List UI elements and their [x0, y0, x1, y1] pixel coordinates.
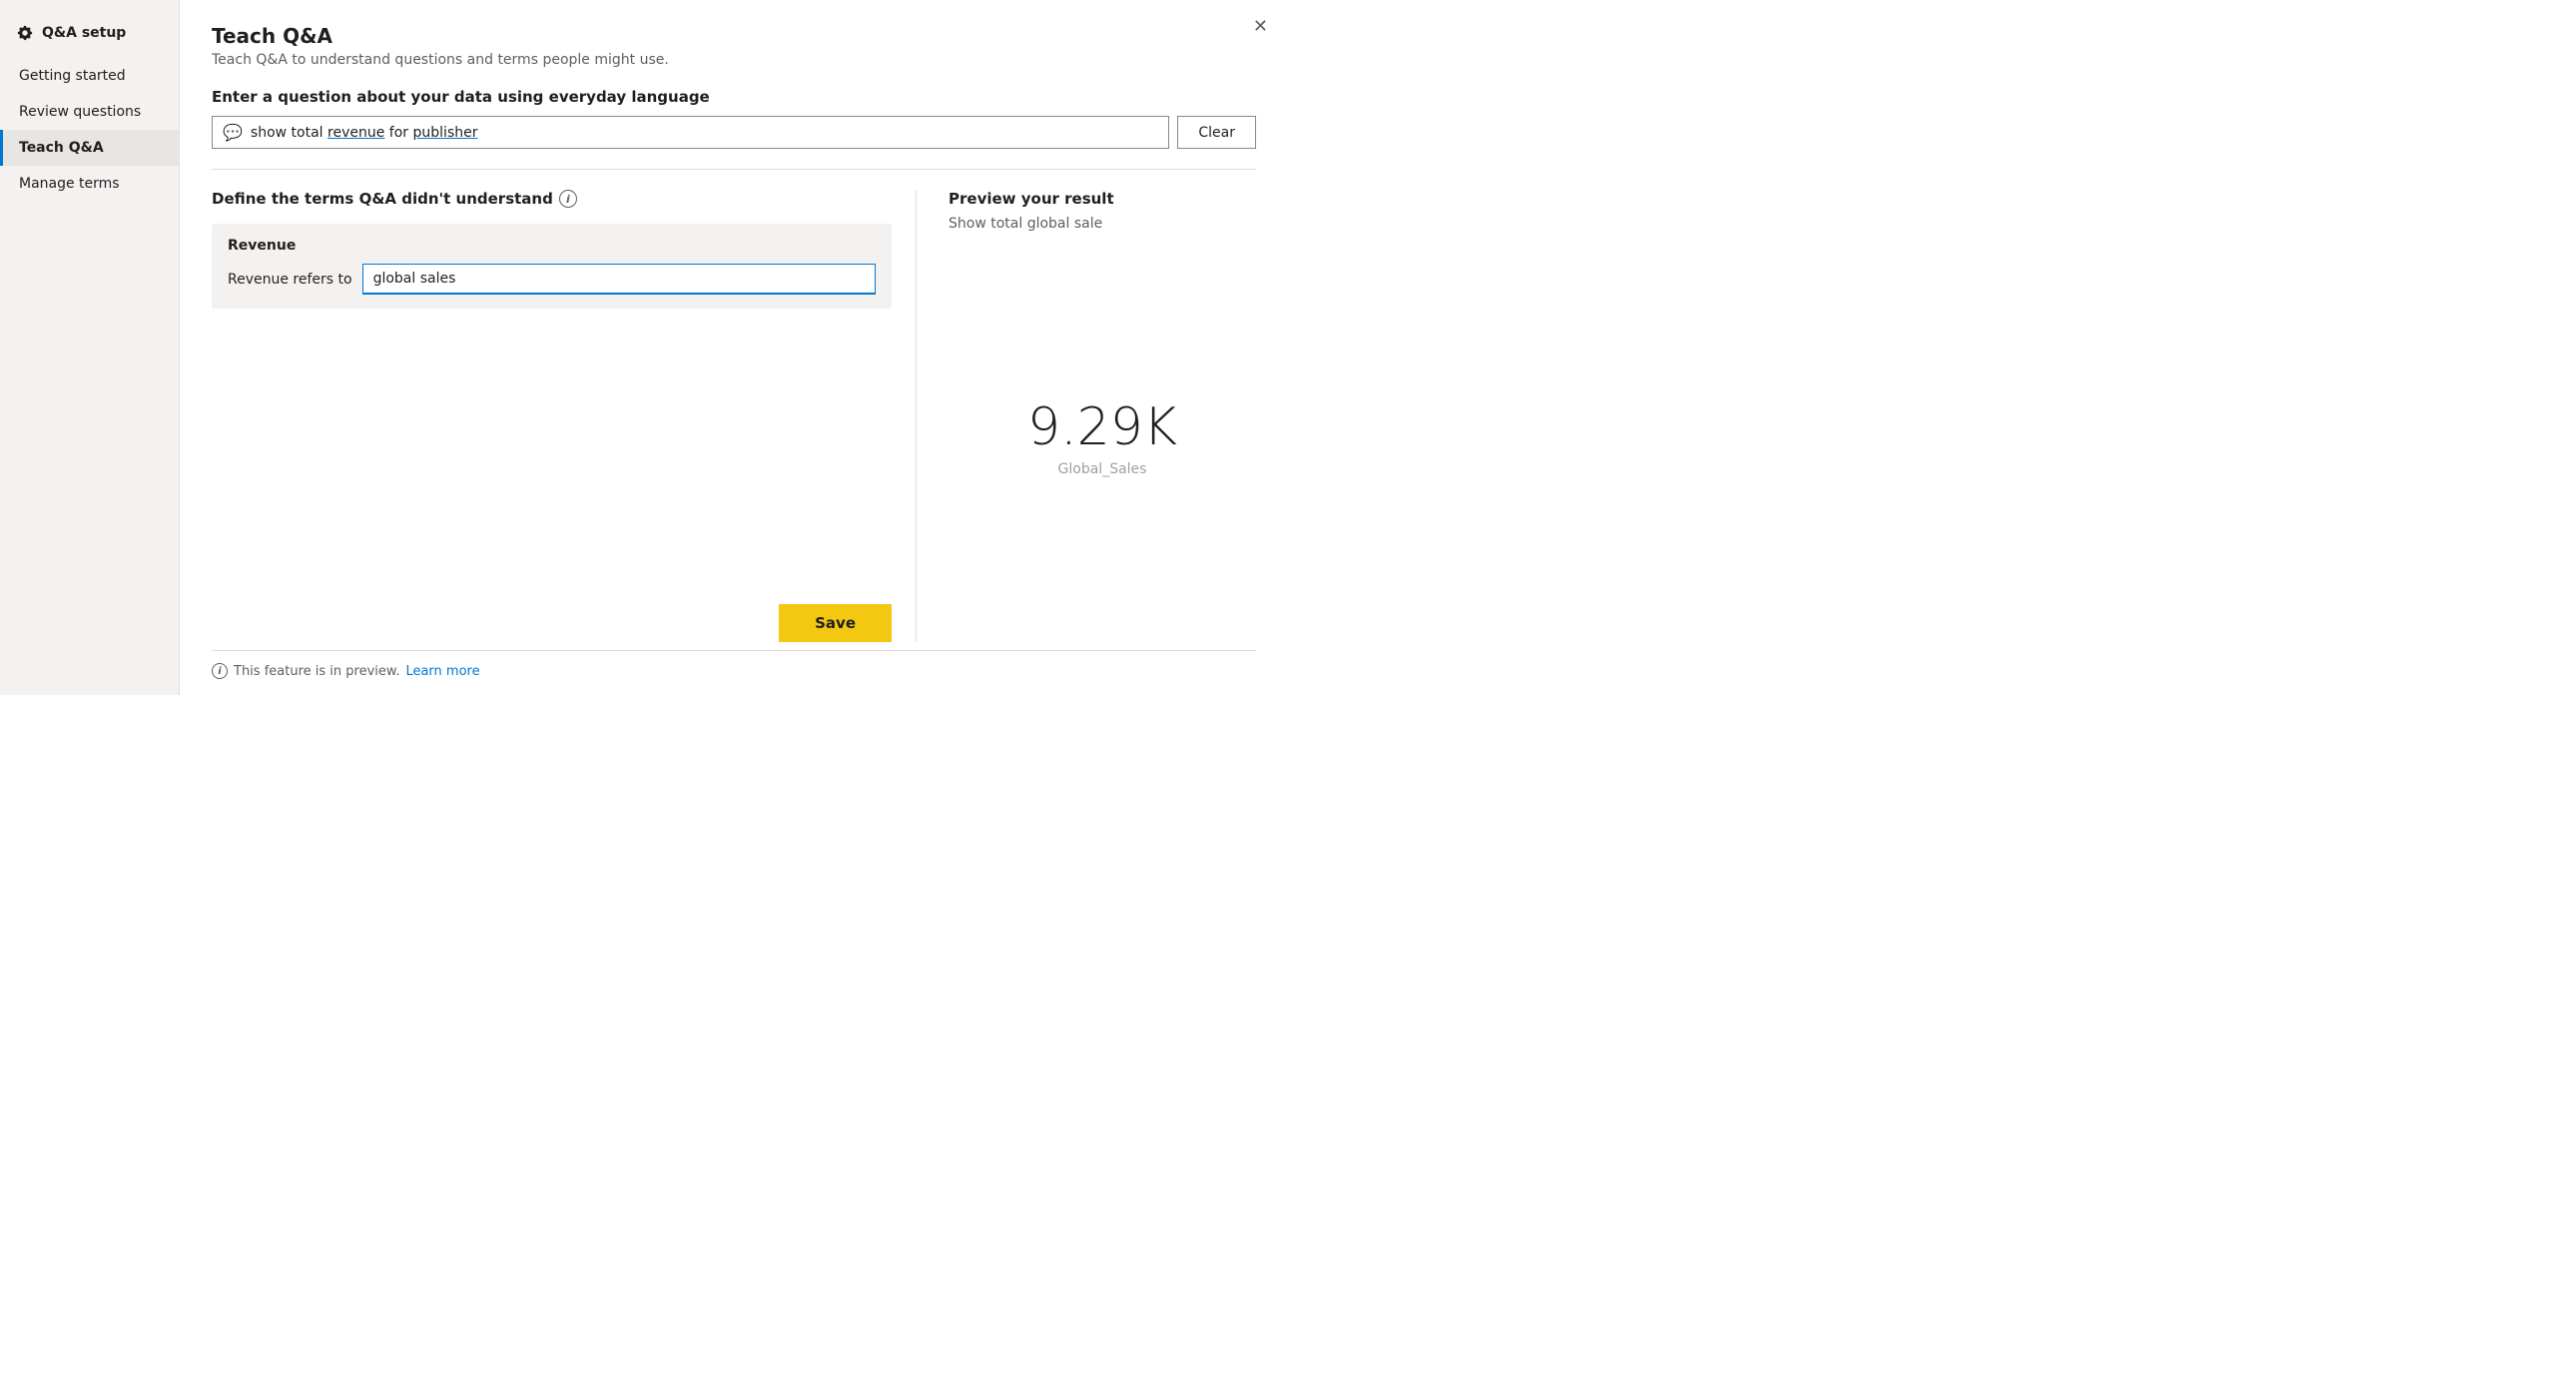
term-card: Revenue Revenue refers to — [212, 224, 892, 309]
right-panel: Preview your result Show total global sa… — [917, 190, 1256, 642]
question-input-row: 💬 show total revenue for publisher Clear — [212, 116, 1256, 149]
sidebar-item-manage-terms[interactable]: Manage terms — [0, 166, 179, 202]
term-row: Revenue refers to — [228, 264, 876, 295]
sidebar-item-getting-started[interactable]: Getting started — [0, 58, 179, 94]
content-area: Define the terms Q&A didn't understand i… — [212, 190, 1256, 642]
save-btn-row: Save — [212, 588, 892, 642]
preview-big-number: 9.29K — [1027, 397, 1177, 457]
save-button[interactable]: Save — [779, 604, 892, 642]
footer: i This feature is in preview. Learn more — [212, 650, 1256, 679]
divider — [212, 169, 1256, 170]
page-title: Teach Q&A — [212, 24, 1256, 48]
preview-title: Preview your result — [949, 190, 1256, 208]
learn-more-link[interactable]: Learn more — [405, 664, 479, 679]
clear-button[interactable]: Clear — [1177, 116, 1256, 149]
main-content: ✕ Teach Q&A Teach Q&A to understand ques… — [180, 0, 1288, 695]
define-section-title: Define the terms Q&A didn't understand i — [212, 190, 892, 208]
refers-to-input[interactable] — [362, 264, 876, 295]
refers-to-label: Revenue refers to — [228, 272, 352, 288]
preview-field-label: Global_Sales — [1058, 461, 1147, 477]
page-subtitle: Teach Q&A to understand questions and te… — [212, 52, 1256, 68]
sidebar-header-label: Q&A setup — [42, 25, 126, 41]
term-publisher: publisher — [413, 125, 478, 141]
footer-text: This feature is in preview. — [234, 664, 399, 679]
question-input-text: show total revenue for publisher — [251, 125, 478, 141]
sidebar: Q&A setup Getting started Review questio… — [0, 0, 180, 695]
question-section-label: Enter a question about your data using e… — [212, 88, 1256, 106]
close-button[interactable]: ✕ — [1249, 12, 1272, 41]
preview-subtitle: Show total global sale — [949, 216, 1256, 232]
gear-icon — [16, 24, 34, 42]
term-name: Revenue — [228, 238, 876, 254]
sidebar-item-review-questions[interactable]: Review questions — [0, 94, 179, 130]
chat-icon: 💬 — [223, 123, 243, 142]
sidebar-item-teach-qa[interactable]: Teach Q&A — [0, 130, 179, 166]
info-icon[interactable]: i — [559, 190, 577, 208]
question-input-wrapper[interactable]: 💬 show total revenue for publisher — [212, 116, 1169, 149]
sidebar-header: Q&A setup — [0, 16, 179, 58]
footer-info-icon: i — [212, 663, 228, 679]
preview-value-area: 9.29K Global_Sales — [949, 232, 1256, 642]
term-revenue: revenue — [327, 125, 384, 141]
left-panel: Define the terms Q&A didn't understand i… — [212, 190, 917, 642]
